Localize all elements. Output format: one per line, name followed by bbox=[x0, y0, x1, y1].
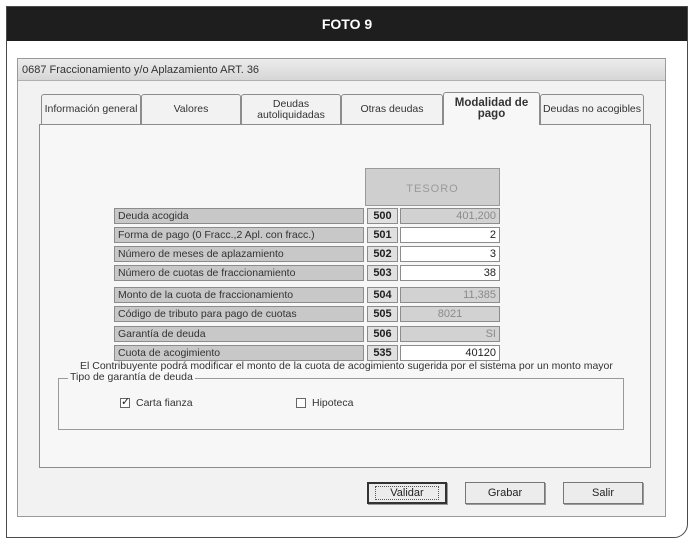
row-code: 506 bbox=[367, 326, 398, 342]
column-header: TESORO bbox=[365, 168, 500, 206]
salir-button[interactable]: Salir bbox=[563, 482, 643, 504]
tab-label: Otras deudas bbox=[360, 103, 424, 115]
button-label: Validar bbox=[375, 486, 439, 500]
forma-de-pago-input[interactable]: 2 bbox=[400, 227, 500, 243]
row-label: Número de cuotas de fraccionamiento bbox=[114, 265, 364, 281]
row-label: Cuota de acogimiento bbox=[114, 345, 364, 361]
tab-otras-deudas[interactable]: Otras deudas bbox=[341, 94, 443, 124]
row-code: 500 bbox=[367, 208, 398, 224]
table-row: Código de tributo para pago de cuotas 50… bbox=[114, 306, 500, 322]
row-code: 503 bbox=[367, 265, 398, 281]
table-row: Número de cuotas de fraccionamiento 503 … bbox=[114, 265, 500, 281]
photo-caption: FOTO 9 bbox=[7, 7, 687, 41]
tab-label: Deudas autoliquidadas bbox=[257, 98, 325, 121]
tab-label-line2: pago bbox=[477, 108, 506, 120]
row-label: Código de tributo para pago de cuotas bbox=[114, 306, 364, 322]
row-code: 504 bbox=[367, 287, 398, 303]
row-label: Monto de la cuota de fraccionamiento bbox=[114, 287, 364, 303]
cuota-acogimiento-input[interactable]: 40120 bbox=[400, 345, 500, 361]
table-row: Monto de la cuota de fraccionamiento 504… bbox=[114, 287, 500, 303]
window-title: 0687 Fraccionamiento y/o Aplazamiento AR… bbox=[18, 59, 665, 81]
guarantee-group-title: Tipo de garantía de deuda bbox=[68, 371, 195, 383]
row-code: 535 bbox=[367, 345, 398, 361]
tab-valores[interactable]: Valores bbox=[141, 94, 241, 124]
row-label: Número de meses de aplazamiento bbox=[114, 246, 364, 262]
garantia-deuda-value: SI bbox=[400, 326, 500, 342]
tab-label: Información general bbox=[44, 103, 138, 115]
row-code: 505 bbox=[367, 306, 398, 322]
monto-cuota-value: 11,385 bbox=[400, 287, 500, 303]
checkbox-label: Hipoteca bbox=[312, 397, 354, 409]
carta-fianza-checkbox[interactable]: Carta fianza bbox=[120, 395, 193, 409]
checkbox-label: Carta fianza bbox=[136, 397, 193, 409]
table-row: Garantía de deuda 506 SI bbox=[114, 326, 500, 342]
deuda-acogida-value: 401,200 bbox=[400, 208, 500, 224]
table-row: Cuota de acogimiento 535 40120 bbox=[114, 345, 500, 361]
tab-modalidad-de-pago[interactable]: Modalidad de pago bbox=[443, 92, 540, 125]
checkbox-unchecked-icon bbox=[296, 398, 306, 408]
row-code: 501 bbox=[367, 227, 398, 243]
checkbox-checked-icon bbox=[120, 395, 130, 408]
row-label: Forma de pago (0 Fracc.,2 Apl. con fracc… bbox=[114, 227, 364, 243]
tab-informacion-general[interactable]: Información general bbox=[41, 94, 141, 124]
tab-deudas-no-acogibles[interactable]: Deudas no acogibles bbox=[540, 94, 644, 124]
hipoteca-checkbox[interactable]: Hipoteca bbox=[296, 397, 353, 409]
tab-label: Valores bbox=[173, 103, 209, 115]
validar-button[interactable]: Validar bbox=[367, 482, 447, 504]
table-row: Deuda acogida 500 401,200 bbox=[114, 208, 500, 224]
row-code: 502 bbox=[367, 246, 398, 262]
row-label: Garantía de deuda bbox=[114, 326, 364, 342]
tab-label: Deudas no acogibles bbox=[542, 103, 642, 115]
row-label: Deuda acogida bbox=[114, 208, 364, 224]
codigo-tributo-value: 8021 bbox=[400, 306, 500, 322]
table-row: Número de meses de aplazamiento 502 3 bbox=[114, 246, 500, 262]
meses-aplazamiento-input[interactable]: 3 bbox=[400, 246, 500, 262]
grabar-button[interactable]: Grabar bbox=[465, 482, 545, 504]
tab-label-line2: autoliquidadas bbox=[257, 108, 325, 121]
tab-label: Modalidad de pago bbox=[455, 97, 528, 120]
cuotas-fraccionamiento-input[interactable]: 38 bbox=[400, 265, 500, 281]
table-row: Forma de pago (0 Fracc.,2 Apl. con fracc… bbox=[114, 227, 500, 243]
tab-deudas-autoliquidadas[interactable]: Deudas autoliquidadas bbox=[241, 94, 341, 124]
column-header-label: TESORO bbox=[406, 183, 459, 195]
